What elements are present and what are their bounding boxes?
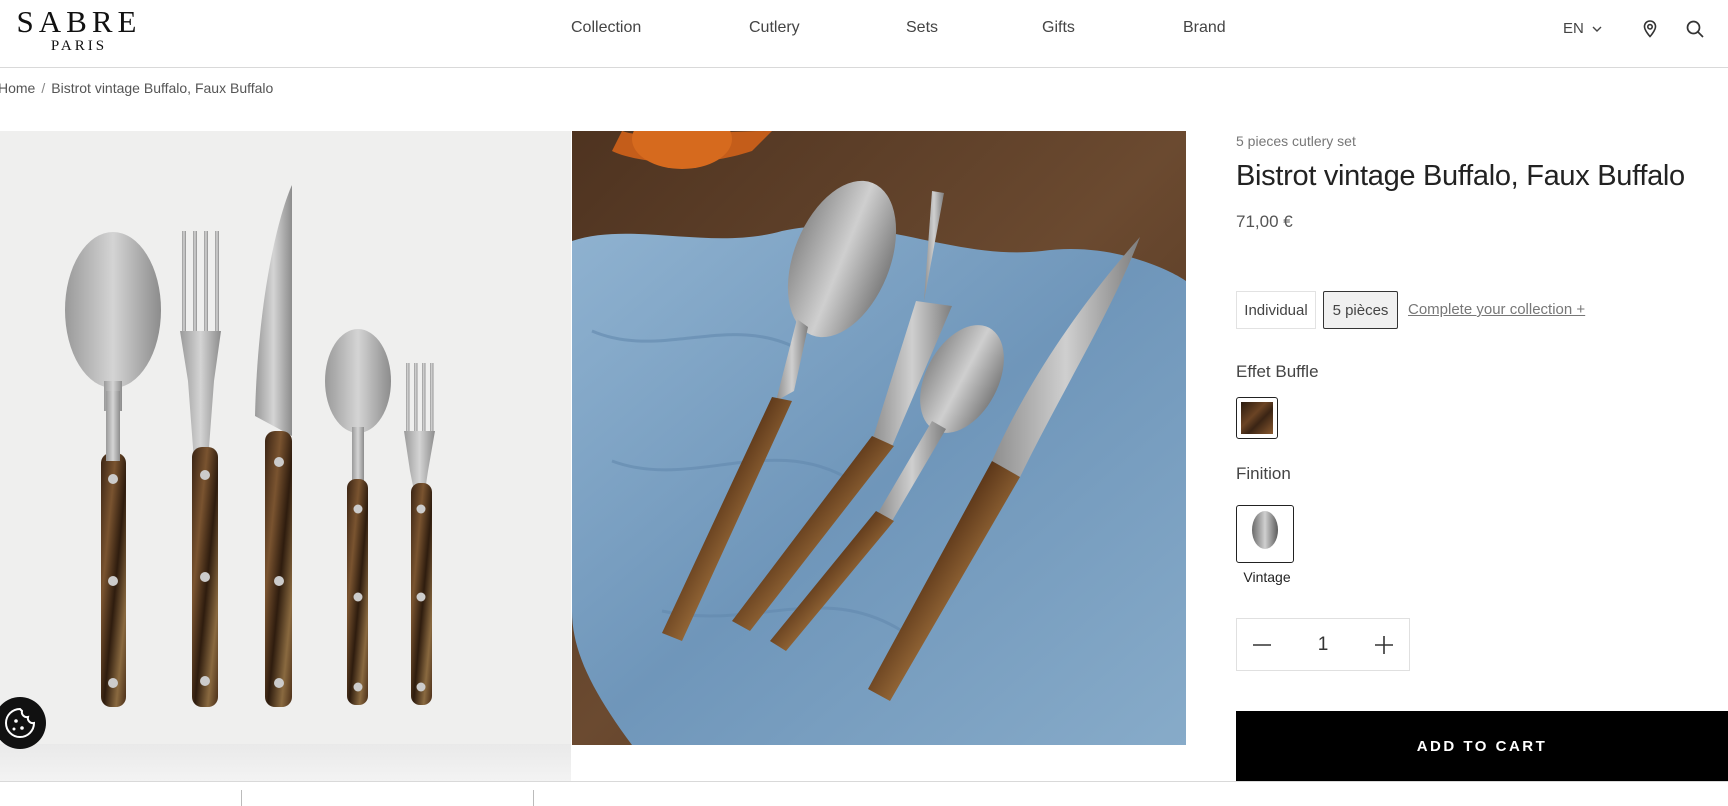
product-image-lifestyle[interactable] bbox=[572, 131, 1186, 745]
language-label: EN bbox=[1563, 20, 1584, 37]
site-header: SABRE PARIS Collection Cutlery Sets Gift… bbox=[0, 0, 1728, 68]
search-icon[interactable] bbox=[1685, 19, 1705, 39]
cookie-icon bbox=[5, 707, 36, 738]
color-label: Effet Buffle bbox=[1236, 362, 1319, 381]
finish-label: Finition bbox=[1236, 464, 1291, 483]
finish-name: Vintage bbox=[1243, 569, 1291, 585]
product-title: Bistrot vintage Buffalo, Faux Buffalo bbox=[1236, 160, 1685, 192]
nav-collection[interactable]: Collection bbox=[571, 19, 641, 37]
image-bottom-strip bbox=[0, 744, 571, 781]
option-individual[interactable]: Individual bbox=[1236, 291, 1316, 329]
logo-subtitle: PARIS bbox=[50, 38, 108, 54]
language-selector[interactable]: EN bbox=[1563, 20, 1602, 37]
nav-sets[interactable]: Sets bbox=[906, 19, 938, 37]
product-price: 71,00 € bbox=[1236, 212, 1293, 231]
lifestyle-illustration bbox=[572, 131, 1186, 745]
finish-option-vintage[interactable] bbox=[1236, 505, 1294, 563]
brand-logo[interactable]: SABRE PARIS bbox=[14, 4, 144, 55]
plus-icon[interactable] bbox=[1373, 634, 1395, 656]
footer-divider bbox=[241, 790, 242, 806]
complete-collection-link[interactable]: Complete your collection + bbox=[1408, 301, 1585, 318]
breadcrumb-home[interactable]: Home bbox=[0, 80, 35, 96]
add-to-cart-button[interactable]: ADD TO CART bbox=[1236, 711, 1728, 781]
nav-gifts[interactable]: Gifts bbox=[1042, 19, 1075, 37]
quantity-value[interactable]: 1 bbox=[1318, 634, 1329, 656]
location-pin-icon[interactable] bbox=[1640, 19, 1660, 39]
breadcrumb-separator: / bbox=[41, 80, 46, 96]
nav-cutlery[interactable]: Cutlery bbox=[749, 19, 800, 37]
product-image-set[interactable] bbox=[0, 131, 571, 781]
spoon-icon bbox=[1252, 511, 1278, 549]
breadcrumb-current: Bistrot vintage Buffalo, Faux Buffalo bbox=[51, 80, 274, 96]
product-subtitle: 5 pieces cutlery set bbox=[1236, 133, 1356, 149]
swatch-fill bbox=[1241, 402, 1273, 434]
quantity-stepper: 1 bbox=[1236, 618, 1410, 671]
footer-bar bbox=[0, 781, 1728, 806]
option-5-pieces[interactable]: 5 pièces bbox=[1323, 291, 1398, 329]
logo-wordmark: SABRE bbox=[16, 4, 142, 39]
cookie-settings-button[interactable] bbox=[0, 697, 46, 749]
minus-icon[interactable] bbox=[1251, 634, 1273, 656]
chevron-down-icon bbox=[1592, 26, 1602, 32]
color-swatch-buffalo[interactable] bbox=[1236, 397, 1278, 439]
breadcrumb: Home / Bistrot vintage Buffalo, Faux Buf… bbox=[0, 80, 273, 96]
cutlery-set-illustration bbox=[65, 185, 435, 707]
nav-brand[interactable]: Brand bbox=[1183, 19, 1226, 37]
footer-divider bbox=[533, 790, 534, 806]
